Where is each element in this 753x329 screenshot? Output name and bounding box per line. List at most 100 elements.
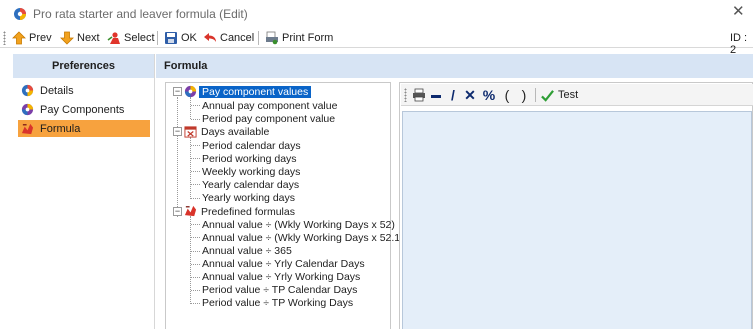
formula-icon [21, 123, 34, 135]
tree-group-label: Pay component values [199, 85, 312, 98]
tree-line [191, 277, 200, 278]
multiply-button[interactable]: ✕ [463, 87, 477, 103]
next-button[interactable]: Next [60, 28, 100, 48]
tree-leaf[interactable]: Yearly calendar days [202, 178, 299, 191]
tree-line [191, 237, 200, 238]
app-icon [14, 8, 26, 20]
pref-item-pay-components[interactable]: Pay Components [18, 101, 150, 118]
collapse-toggle[interactable]: − [173, 207, 182, 216]
print-form-button[interactable]: Print Form [265, 28, 333, 48]
tree-leaf[interactable]: Period calendar days [202, 139, 301, 152]
collapse-toggle[interactable]: − [173, 127, 182, 136]
close-icon[interactable]: ✕ [732, 3, 745, 21]
pref-item-label: Details [40, 84, 74, 97]
tree-group-pay-component-values[interactable]: Pay component values [199, 85, 312, 98]
tree-line [191, 119, 200, 120]
toolbar-separator [258, 31, 259, 45]
tree-leaf[interactable]: Yearly working days [202, 191, 295, 204]
calendar-icon [184, 126, 197, 138]
save-icon [165, 32, 177, 44]
tree-leaf[interactable]: Period value ÷ TP Calendar Days [202, 283, 357, 296]
print-button[interactable] [411, 87, 427, 103]
formula-text-area[interactable] [402, 111, 752, 329]
select-label: Select [124, 32, 155, 44]
open-bracket-icon: ( [504, 87, 510, 103]
check-icon [541, 89, 554, 102]
tree-line [191, 105, 200, 106]
tree-line [191, 145, 200, 146]
minus-button[interactable]: ▬ [429, 87, 443, 103]
formula-icon [184, 205, 197, 217]
ok-label: OK [181, 32, 197, 44]
tree-leaf[interactable]: Period working days [202, 152, 297, 165]
main-toolbar: Prev Next Select OK Cancel Print Form ID… [0, 28, 753, 56]
percent-button[interactable]: % [481, 87, 497, 103]
tree-group-days-available[interactable]: Days available [201, 125, 269, 138]
tree-line [190, 97, 191, 119]
record-id: ID : 2 [730, 32, 748, 56]
test-button[interactable]: Test [541, 87, 581, 103]
pref-item-label: Formula [40, 122, 81, 135]
formula-editor: ▬ / ✕ % ( ) Test [399, 82, 753, 329]
tree-leaf[interactable]: Annual value ÷ 365 [202, 244, 292, 257]
tree-leaf[interactable]: Period value ÷ TP Working Days [202, 296, 353, 309]
collapse-toggle[interactable]: − [173, 87, 182, 96]
formula-tree[interactable]: − Pay component values Annual pay compon… [165, 82, 409, 329]
tree-line [190, 137, 191, 199]
details-icon [21, 84, 34, 97]
toolbar-grip[interactable] [404, 88, 407, 102]
window-title: Pro rata starter and leaver formula (Edi… [33, 7, 248, 21]
tree-line [191, 198, 200, 199]
printer-icon [413, 88, 425, 102]
title-bar: Pro rata starter and leaver formula (Edi… [0, 0, 753, 28]
toolbar-grip[interactable] [3, 31, 6, 45]
pref-item-formula[interactable]: Formula [18, 120, 150, 137]
tree-line [191, 264, 200, 265]
divide-button[interactable]: / [446, 87, 460, 103]
print-form-icon [266, 31, 278, 45]
arrow-up-icon [12, 31, 26, 45]
close-bracket-icon: ) [521, 87, 527, 103]
open-bracket-button[interactable]: ( [502, 87, 512, 103]
tree-leaf[interactable]: Annual pay component value [202, 99, 337, 112]
tree-line [191, 290, 200, 291]
preferences-panel: Preferences Details Pay Components Formu… [13, 54, 155, 329]
next-label: Next [77, 32, 100, 44]
tree-leaf[interactable]: Period pay component value [202, 112, 335, 125]
tree-leaf[interactable]: Annual value ÷ (Wkly Working Days x 52.1… [202, 231, 409, 244]
tree-leaf[interactable]: Annual value ÷ Yrly Working Days [202, 270, 360, 283]
pay-components-icon [184, 85, 197, 98]
divide-icon: / [451, 87, 455, 103]
tree-leaf[interactable]: Annual value ÷ Yrly Calendar Days [202, 257, 365, 270]
minus-icon: ▬ [431, 89, 441, 101]
pay-components-icon [21, 103, 34, 116]
tree-line [191, 251, 200, 252]
arrow-down-icon [60, 31, 74, 45]
ok-button[interactable]: OK [164, 28, 197, 48]
test-label: Test [558, 89, 579, 101]
toolbar-separator [535, 88, 536, 102]
pref-item-label: Pay Components [40, 103, 125, 116]
tree-leaf[interactable]: Annual value ÷ (Wkly Working Days x 52) [202, 218, 395, 231]
prev-label: Prev [29, 32, 52, 44]
percent-icon: % [482, 87, 496, 103]
preferences-header: Preferences [13, 54, 154, 78]
close-bracket-button[interactable]: ) [519, 87, 529, 103]
cancel-button[interactable]: Cancel [203, 28, 254, 48]
tree-line [177, 97, 178, 217]
select-person-icon [107, 32, 120, 44]
toolbar-separator [157, 31, 158, 45]
editor-toolbar: ▬ / ✕ % ( ) Test [401, 84, 753, 106]
formula-header: Formula [156, 54, 753, 78]
print-form-label: Print Form [282, 32, 334, 44]
tree-group-predefined-formulas[interactable]: Predefined formulas [201, 205, 295, 218]
prev-button[interactable]: Prev [12, 28, 52, 48]
multiply-icon: ✕ [464, 86, 476, 103]
tree-line [191, 303, 200, 304]
tree-leaf[interactable]: Weekly working days [202, 165, 300, 178]
select-button[interactable]: Select [107, 28, 155, 48]
tree-line [191, 224, 200, 225]
undo-arrow-icon [204, 33, 216, 42]
pref-item-details[interactable]: Details [18, 82, 150, 99]
cancel-label: Cancel [220, 32, 255, 44]
